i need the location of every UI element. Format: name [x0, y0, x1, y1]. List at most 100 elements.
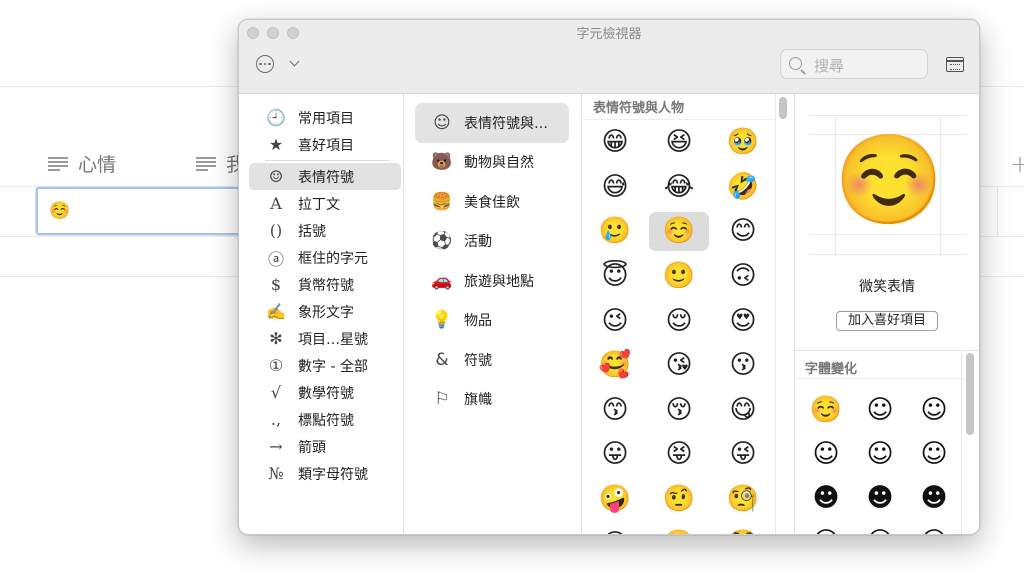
add-column-icon[interactable]: +: [1010, 150, 1024, 178]
more-options-icon[interactable]: [256, 55, 274, 73]
font-variation-cell[interactable]: ☺: [799, 432, 853, 476]
emoji-cell[interactable]: 😗: [713, 346, 773, 385]
font-variation-cell[interactable]: ☻: [853, 476, 907, 520]
font-variation-cell[interactable]: ☻: [907, 476, 961, 520]
emoji-cell[interactable]: 🤨: [649, 480, 709, 519]
cell-value: ☺️: [49, 201, 71, 221]
emoji-cell[interactable]: 😛: [585, 435, 645, 474]
sidebar-item-label: 拉丁文: [298, 196, 340, 213]
sidebar-item-enclosed[interactable]: ⓐ 框住的字元: [249, 244, 401, 271]
category-label: 物品: [464, 313, 492, 330]
emoji-grid-scrollbar[interactable]: [779, 97, 787, 119]
emoji-cell[interactable]: 😜: [713, 435, 773, 474]
category-smileys-people[interactable]: ☺ 表情符號與…: [415, 103, 569, 143]
emoji-cell[interactable]: 🙃: [713, 257, 773, 296]
sidebar-item-punctuation[interactable]: ., 標點符號: [249, 406, 401, 433]
column-header-mood[interactable]: 心情: [48, 150, 116, 177]
sidebar-item-arrows[interactable]: → 箭頭: [249, 433, 401, 460]
sidebar-item-letterlike[interactable]: № 類字母符號: [249, 460, 401, 487]
car-icon: 🚗: [431, 270, 453, 291]
sidebar-item-emoji[interactable]: ☺ 表情符號: [249, 163, 401, 190]
keyboard-viewer-icon[interactable]: [946, 57, 964, 72]
emoji-cell[interactable]: 😁: [585, 123, 645, 162]
category-label: 美食佳飲: [464, 194, 520, 211]
category-symbols[interactable]: & 符號: [415, 340, 569, 380]
sidebar-item-label: 標點符號: [298, 412, 354, 429]
emoji-cell[interactable]: 😍: [713, 301, 773, 340]
emoji-cell[interactable]: ☺️: [649, 212, 709, 251]
sidebar-item-label: 常用項目: [298, 110, 354, 127]
font-variation-cell[interactable]: ☺: [907, 388, 961, 432]
category-flags[interactable]: ⚐ 旗幟: [415, 380, 569, 420]
font-variation-cell[interactable]: ☻: [799, 476, 853, 520]
emoji-grid-area: 😁😆🥹 😅😂🤣 🥲☺️😊 😇🙂🙃 😉😌😍 🥰😘😗 😙😚😋 😛😝😜 🤪🤨🧐 😎 🤓 🥸: [583, 119, 775, 534]
variations-scrollbar[interactable]: [966, 353, 974, 435]
emoji-cell[interactable]: 😅: [585, 168, 645, 207]
emoji-cell[interactable]: 🥰: [585, 346, 645, 385]
font-variation-cell[interactable]: ☺: [853, 432, 907, 476]
emoji-cell[interactable]: 😋: [713, 391, 773, 430]
sidebar-item-label: 箭頭: [298, 439, 326, 456]
sidebar-item-label: 象形文字: [298, 304, 354, 321]
font-variation-cell[interactable]: ☺: [907, 520, 961, 534]
emoji-cell[interactable]: 😌: [649, 301, 709, 340]
sidebar-item-label: 框住的字元: [298, 250, 368, 267]
toolbar: 字元檢視器 搜尋: [239, 20, 979, 94]
search-field[interactable]: 搜尋: [780, 49, 928, 79]
emoji-cell[interactable]: 🥸: [713, 524, 773, 534]
add-to-favorites-button[interactable]: 加入喜好項目: [836, 311, 938, 331]
emoji-cell[interactable]: 😎: [585, 524, 645, 534]
letter-a-icon: A: [270, 194, 282, 213]
smiley-icon: ☺: [268, 167, 284, 186]
emoji-cell[interactable]: 😆: [649, 123, 709, 162]
emoji-cell[interactable]: 😝: [649, 435, 709, 474]
emoji-cell[interactable]: 🧐: [713, 480, 773, 519]
emoji-cell[interactable]: 😊: [713, 212, 773, 251]
emoji-cell[interactable]: 😉: [585, 301, 645, 340]
emoji-cell[interactable]: 😇: [585, 257, 645, 296]
emoji-cell[interactable]: 😚: [649, 391, 709, 430]
column-divider: [403, 94, 404, 534]
emoji-cell[interactable]: 🤓: [649, 524, 709, 534]
sidebar-item-digits[interactable]: ① 數字 - 全部: [249, 352, 401, 379]
text-lines-icon: [196, 156, 216, 171]
symbols-icon: &: [435, 349, 449, 370]
emoji-cell[interactable]: 🥹: [713, 123, 773, 162]
emoji-cell[interactable]: 😙: [585, 391, 645, 430]
category-travel-places[interactable]: 🚗 旅遊與地點: [415, 261, 569, 301]
separator: [795, 378, 965, 379]
category-label: 旅遊與地點: [464, 273, 534, 290]
category-objects[interactable]: 💡 物品: [415, 301, 569, 341]
chevron-down-icon[interactable]: [289, 56, 300, 67]
font-variation-cell[interactable]: ☺: [853, 388, 907, 432]
sidebar-item-favorites[interactable]: ★ 喜好項目: [249, 131, 401, 158]
sidebar-item-label: 項目…星號: [298, 331, 368, 348]
category-animals-nature[interactable]: 🐻 動物與自然: [415, 143, 569, 183]
sidebar-item-bullets-stars[interactable]: ✻ 項目…星號: [249, 325, 401, 352]
font-variation-cell[interactable]: ☺: [853, 520, 907, 534]
sidebar-item-currency[interactable]: $ 貨幣符號: [249, 271, 401, 298]
font-variation-cell[interactable]: ☺️: [799, 388, 853, 432]
category-food-drink[interactable]: 🍔 美食佳飲: [415, 182, 569, 222]
emoji-cell[interactable]: 🙂: [649, 257, 709, 296]
font-variation-cell[interactable]: ☺: [799, 520, 853, 534]
emoji-cell[interactable]: 🤣: [713, 168, 773, 207]
emoji-cell[interactable]: 😂: [649, 168, 709, 207]
numero-sign-icon: №: [268, 464, 284, 483]
editing-cell[interactable]: ☺️: [36, 187, 246, 235]
font-variation-cell[interactable]: ☺: [907, 432, 961, 476]
category-activity[interactable]: ⚽ 活動: [415, 222, 569, 262]
emoji-cell[interactable]: 🤪: [585, 480, 645, 519]
bg-divider: [997, 186, 998, 236]
column-header-label: 心情: [78, 154, 117, 176]
sidebar-item-recent[interactable]: 🕘 常用項目: [249, 104, 401, 131]
emoji-preview: ☺️: [834, 128, 944, 231]
emoji-cell[interactable]: 🥲: [585, 212, 645, 251]
separator: [795, 350, 979, 351]
sidebar-item-brackets[interactable]: () 括號: [249, 217, 401, 244]
character-viewer-window: 字元檢視器 搜尋 🕘 常用項目 ★ 喜好項目 ☺ 表情符號 A 拉丁文 () 括號 ⓐ 框住…: [238, 19, 980, 535]
sidebar-item-pictographs[interactable]: ✍ 象形文字: [249, 298, 401, 325]
sidebar-item-latin[interactable]: A 拉丁文: [249, 190, 401, 217]
sidebar-item-math[interactable]: √ 數學符號: [249, 379, 401, 406]
emoji-cell[interactable]: 😘: [649, 346, 709, 385]
